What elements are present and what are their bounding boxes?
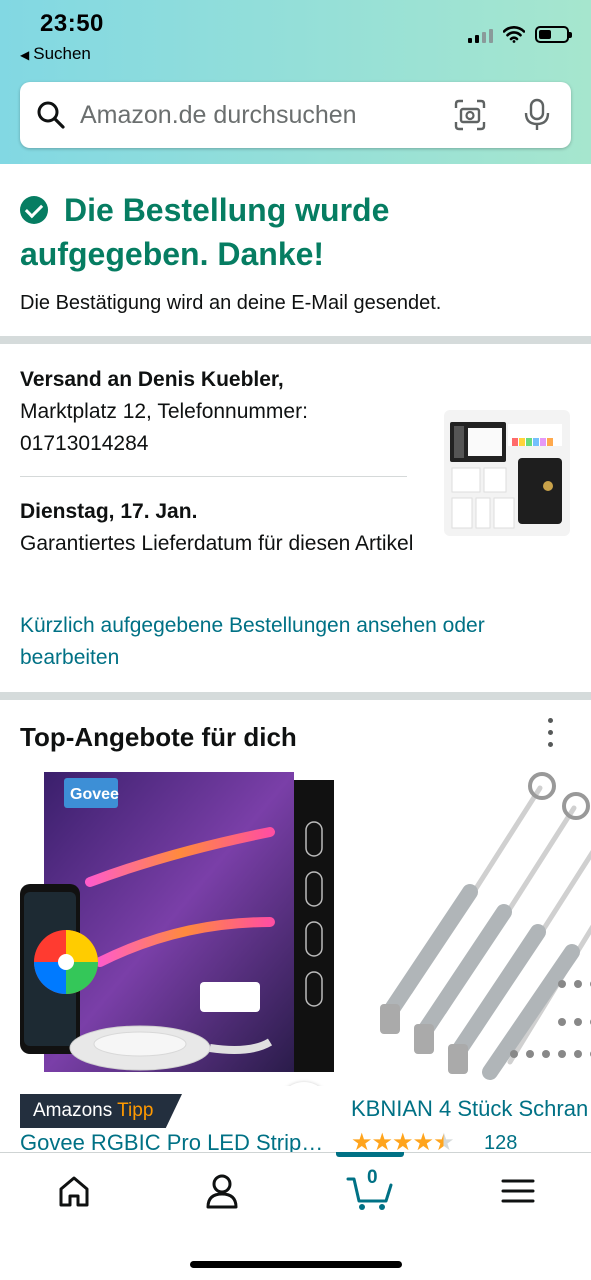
status-icons [468, 26, 572, 43]
back-label: Suchen [33, 44, 91, 63]
product-image-govee[interactable]: Govee [20, 772, 336, 1086]
svg-text:Govee: Govee [70, 786, 119, 803]
home-indicator [190, 1261, 402, 1268]
back-to-search-link[interactable]: ◀ Suchen [20, 44, 91, 64]
rating-count[interactable]: 128 [484, 1132, 517, 1152]
account-icon[interactable] [202, 1171, 242, 1211]
product-thumbnail[interactable] [444, 410, 570, 536]
deals-title: Top-Angebote für dich [20, 722, 297, 752]
delivery-note: Garantiertes Lieferdatum für diesen Arti… [20, 532, 414, 555]
header: 23:50 ◀ Suchen Amazon.de durchsuchen [0, 0, 591, 164]
battery-icon [535, 26, 572, 43]
delivery-date: Dienstag, 17. Jan. [20, 500, 198, 523]
star-rating-icon: ★★★★★ [351, 1128, 455, 1152]
section-divider [0, 336, 591, 344]
active-tab-indicator [336, 1152, 404, 1157]
menu-icon[interactable] [498, 1171, 538, 1211]
badge-accent: Tipp [117, 1100, 154, 1121]
badge-prefix: Amazons [33, 1100, 113, 1121]
home-icon[interactable] [54, 1171, 94, 1211]
search-icon [37, 101, 65, 129]
top-deals-section: Top-Angebote für dich Govee Amazons Tipp… [0, 700, 591, 1152]
shipping-section: Versand an Denis Kuebler, Marktplatz 12,… [0, 344, 591, 692]
product-title-kbnian[interactable]: KBNIAN 4 Stück Schran [351, 1096, 588, 1122]
microphone-icon[interactable] [523, 98, 551, 132]
search-input[interactable]: Amazon.de durchsuchen [80, 101, 453, 130]
shipping-recipient: Versand an Denis Kuebler, [20, 368, 284, 391]
confirmation-title: Die Bestellung wurde aufgegeben. Danke! [20, 188, 571, 276]
recent-orders-link[interactable]: Kürzlich aufgegebene Bestellungen ansehe… [20, 610, 570, 674]
amazons-choice-badge: Amazons Tipp [20, 1094, 182, 1128]
back-triangle-icon: ◀ [20, 48, 30, 62]
delivery-info: Dienstag, 17. Jan. Garantiertes Lieferda… [20, 496, 420, 560]
camera-icon[interactable] [453, 98, 487, 132]
section-divider [0, 692, 591, 700]
divider-line [20, 476, 407, 477]
order-confirmation: Die Bestellung wurde aufgegeben. Danke! … [0, 164, 591, 336]
cart-count: 0 [367, 1167, 378, 1188]
product-image-kbnian[interactable] [350, 772, 591, 1088]
product-title-govee[interactable]: Govee RGBIC Pro LED Strip… [20, 1130, 323, 1152]
confirmation-title-text: Die Bestellung wurde aufgegeben. Danke! [20, 192, 390, 272]
bottom-nav: 0 [0, 1152, 591, 1280]
cellular-signal-icon [468, 27, 493, 43]
check-circle-icon [20, 196, 48, 224]
confirmation-subtitle: Die Bestätigung wird an deine E-Mail ges… [20, 292, 442, 314]
search-bar[interactable]: Amazon.de durchsuchen [20, 82, 571, 148]
more-options-icon[interactable] [546, 718, 556, 750]
status-time: 23:50 [40, 10, 104, 37]
wifi-icon [503, 26, 525, 43]
